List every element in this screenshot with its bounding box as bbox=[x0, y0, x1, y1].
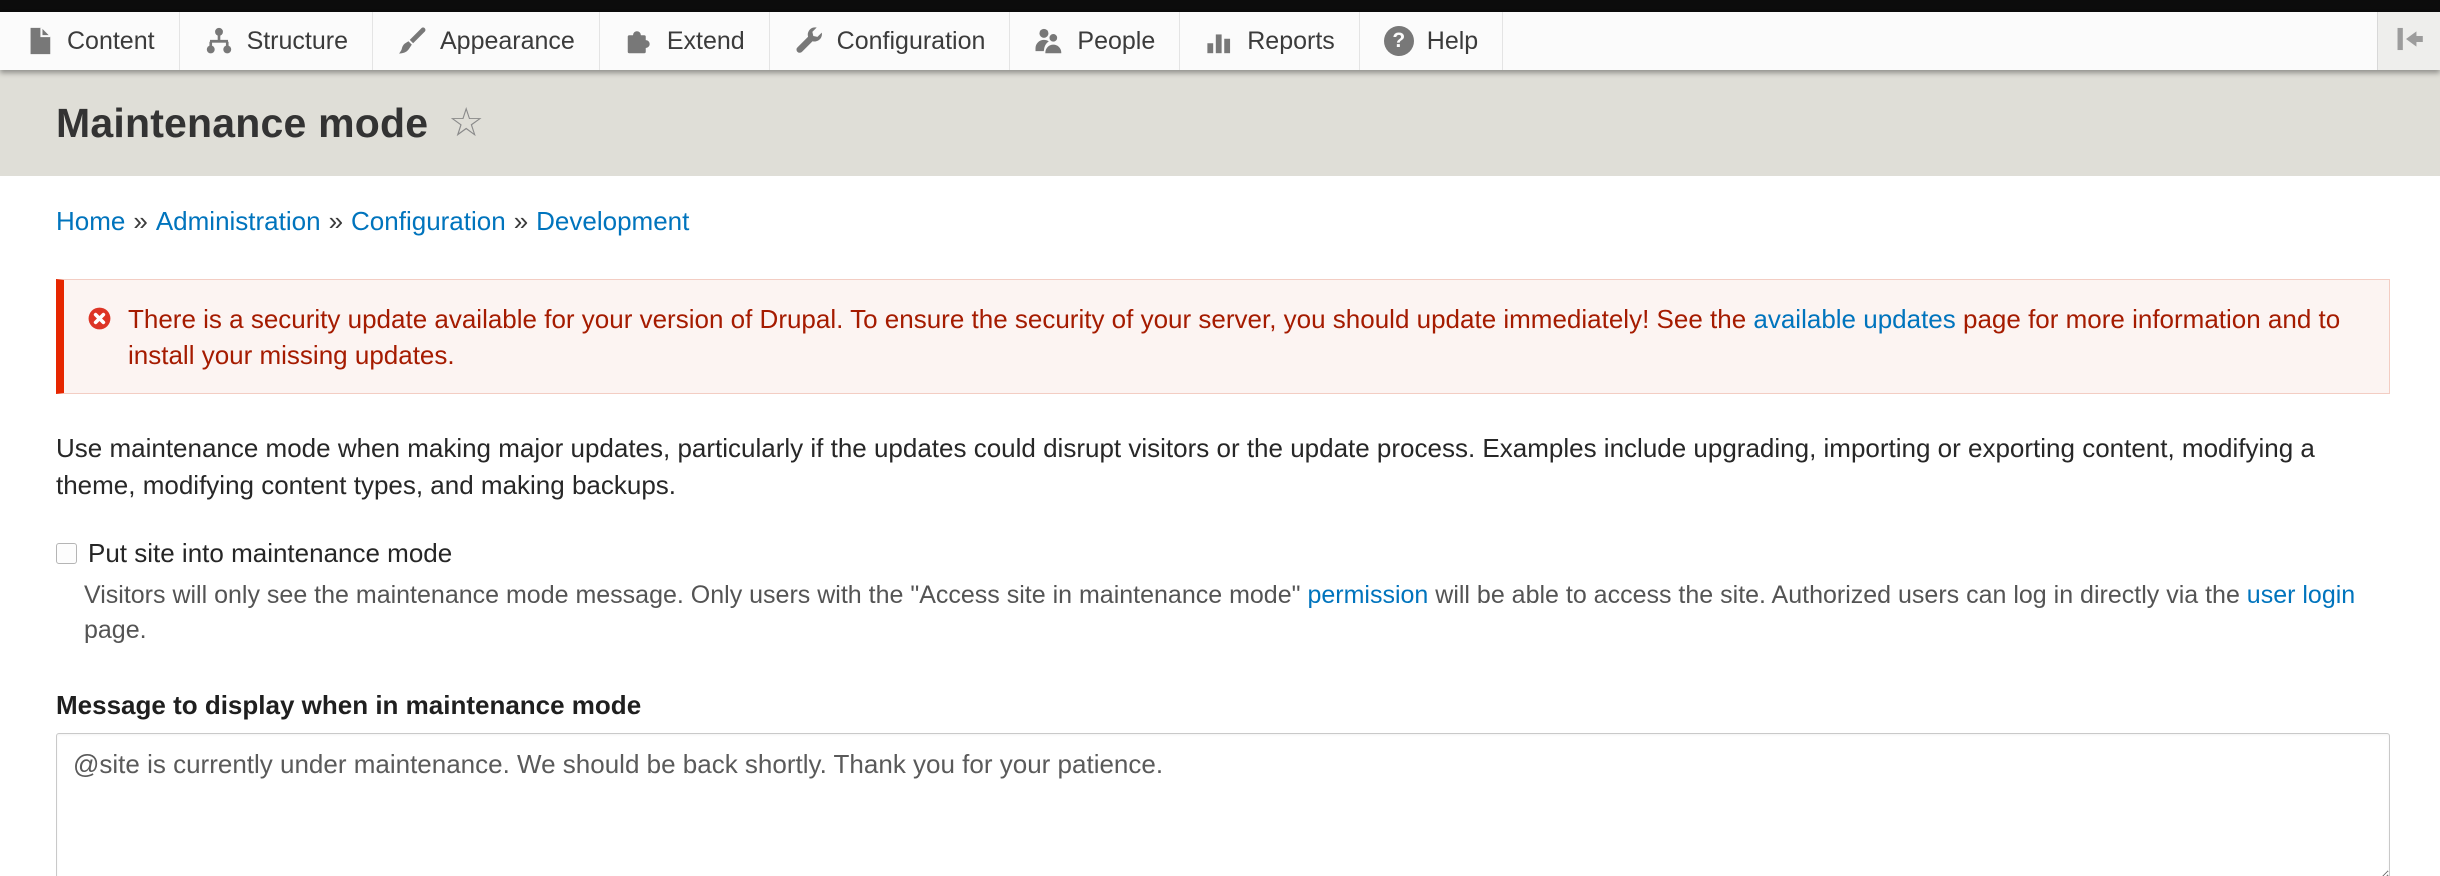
page-title: Maintenance mode bbox=[56, 100, 428, 147]
main-content: Home » Administration » Configuration » Develo… bbox=[0, 176, 2440, 876]
error-message-text: There is a security update available for… bbox=[128, 301, 2359, 374]
bar-chart-icon bbox=[1204, 26, 1234, 56]
toolbar-tab-extend[interactable]: Extend bbox=[600, 12, 770, 70]
toolbar-tab-reports[interactable]: Reports bbox=[1180, 12, 1360, 70]
error-text-before-link: There is a security update available for… bbox=[128, 304, 1753, 334]
file-icon bbox=[24, 26, 54, 56]
sitemap-icon bbox=[204, 26, 234, 56]
toolbar-top-strip bbox=[0, 0, 2440, 12]
toolbar-tab-help[interactable]: ? Help bbox=[1360, 12, 1503, 70]
description-part3: page. bbox=[84, 616, 147, 644]
breadcrumb-separator: » bbox=[514, 206, 528, 236]
toolbar-tab-content[interactable]: Content bbox=[0, 12, 180, 70]
description-part1: Visitors will only see the maintenance m… bbox=[84, 581, 1307, 609]
puzzle-icon bbox=[624, 26, 654, 56]
description-part2: will be able to access the site. Authori… bbox=[1428, 581, 2246, 609]
maintenance-mode-description: Visitors will only see the maintenance m… bbox=[84, 578, 2390, 648]
toolbar-tab-label: Content bbox=[67, 27, 155, 56]
toolbar-tab-label: Reports bbox=[1247, 27, 1335, 56]
breadcrumb: Home » Administration » Configuration » Develo… bbox=[56, 176, 2390, 237]
toolbar-orientation-toggle-button[interactable] bbox=[2377, 12, 2440, 70]
toolbar-tab-label: Extend bbox=[667, 27, 745, 56]
permission-link[interactable]: permission bbox=[1307, 581, 1428, 609]
page-header: Maintenance mode ☆ bbox=[0, 70, 2440, 176]
breadcrumb-separator: » bbox=[133, 206, 147, 236]
paintbrush-icon bbox=[397, 26, 427, 56]
breadcrumb-link-development[interactable]: Development bbox=[536, 206, 689, 236]
toolbar-tab-label: Structure bbox=[247, 27, 348, 56]
maintenance-mode-checkbox-label[interactable]: Put site into maintenance mode bbox=[88, 538, 452, 569]
toolbar-tab-label: Help bbox=[1427, 27, 1478, 56]
toolbar-tab-label: Configuration bbox=[837, 27, 986, 56]
people-icon bbox=[1034, 26, 1064, 56]
question-icon: ? bbox=[1384, 26, 1414, 56]
wrench-icon bbox=[794, 26, 824, 56]
toolbar-tab-appearance[interactable]: Appearance bbox=[373, 12, 600, 70]
message-field-label: Message to display when in maintenance m… bbox=[56, 690, 2390, 721]
error-icon bbox=[88, 307, 111, 330]
admin-toolbar: Content Structure Appearance Extend Conf… bbox=[0, 12, 2440, 70]
maintenance-mode-checkbox-row: Put site into maintenance mode bbox=[56, 538, 2390, 569]
toolbar-tab-people[interactable]: People bbox=[1010, 12, 1180, 70]
toolbar-tab-structure[interactable]: Structure bbox=[180, 12, 373, 70]
maintenance-mode-checkbox[interactable] bbox=[56, 543, 77, 564]
toolbar-tab-label: People bbox=[1077, 27, 1155, 56]
toolbar-tab-configuration[interactable]: Configuration bbox=[770, 12, 1011, 70]
toggle-vertical-icon bbox=[2392, 22, 2426, 61]
breadcrumb-link-configuration[interactable]: Configuration bbox=[351, 206, 506, 236]
shortcut-star-icon[interactable]: ☆ bbox=[448, 103, 484, 143]
breadcrumb-link-administration[interactable]: Administration bbox=[156, 206, 321, 236]
error-message-box: There is a security update available for… bbox=[56, 279, 2390, 394]
breadcrumb-separator: » bbox=[329, 206, 343, 236]
intro-paragraph: Use maintenance mode when making major u… bbox=[56, 430, 2390, 504]
toolbar-tab-label: Appearance bbox=[440, 27, 575, 56]
available-updates-link[interactable]: available updates bbox=[1753, 304, 1955, 334]
maintenance-message-textarea[interactable]: @site is currently under maintenance. We… bbox=[56, 733, 2390, 876]
breadcrumb-link-home[interactable]: Home bbox=[56, 206, 125, 236]
user-login-link[interactable]: user login bbox=[2247, 581, 2355, 609]
